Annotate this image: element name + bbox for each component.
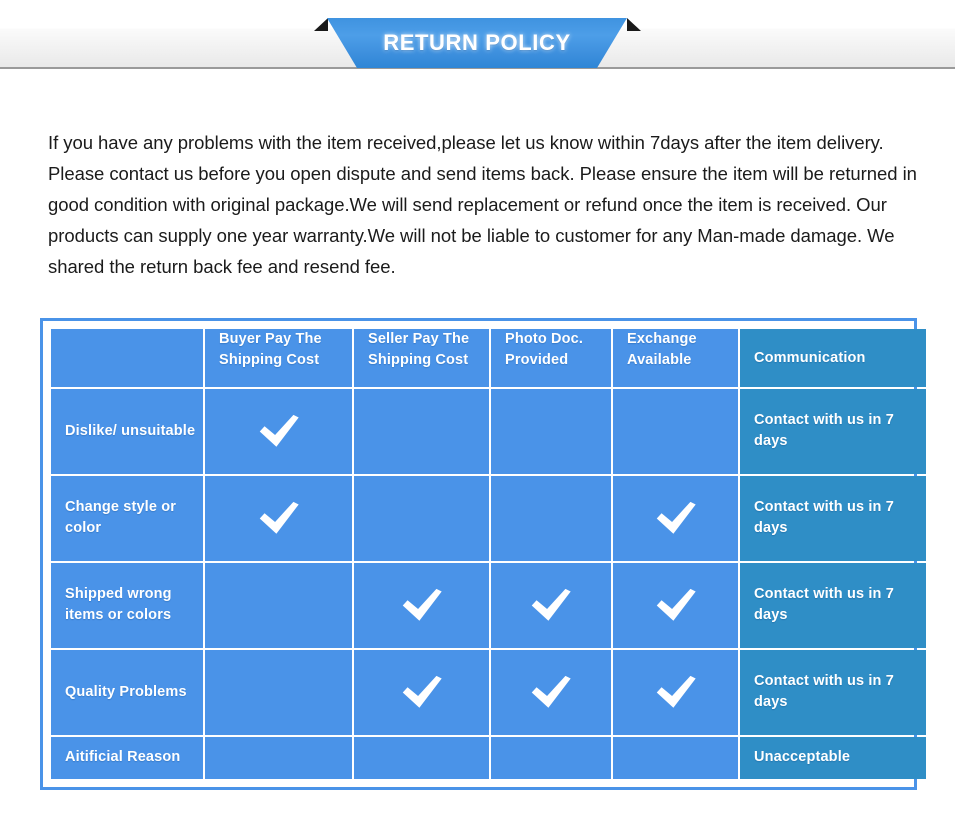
table-cell-buyer-pay bbox=[205, 736, 352, 779]
table-cell-buyer-pay bbox=[205, 475, 352, 561]
table-cell-seller-pay bbox=[354, 649, 489, 735]
table-cell-seller-pay bbox=[354, 389, 489, 474]
table-cell-communication: Contact with us in 7 days bbox=[740, 475, 926, 561]
table-cell-photo-doc bbox=[491, 562, 611, 648]
table-cell-seller-pay bbox=[354, 562, 489, 648]
table-cell-reason: Dislike/ unsuitable bbox=[51, 389, 203, 474]
page-banner: RETURN POLICY bbox=[0, 0, 955, 72]
check-icon bbox=[655, 675, 697, 708]
table-cell-communication: Contact with us in 7 days bbox=[740, 649, 926, 735]
table-cell-exchange bbox=[613, 736, 738, 779]
check-icon bbox=[655, 502, 697, 535]
table-cell-reason: Shipped wrong items or colors bbox=[51, 562, 203, 648]
table-cell-buyer-pay bbox=[205, 389, 352, 474]
table-cell-photo-doc bbox=[491, 475, 611, 561]
table-header-exchange: Exchange Available bbox=[613, 329, 738, 387]
table-cell-exchange bbox=[613, 389, 738, 474]
table-header-buyer-pay: Buyer Pay The Shipping Cost bbox=[205, 329, 352, 387]
page-title: RETURN POLICY bbox=[383, 30, 571, 55]
table-cell-seller-pay bbox=[354, 736, 489, 779]
table-cell-communication: Contact with us in 7 days bbox=[740, 562, 926, 648]
table-header-photo-doc: Photo Doc. Provided bbox=[491, 329, 611, 387]
table-header-corner bbox=[51, 329, 203, 387]
table-row: Quality Problems Contact with us in 7 day… bbox=[51, 649, 926, 735]
table-header-communication: Communication bbox=[740, 329, 926, 387]
table-cell-exchange bbox=[613, 475, 738, 561]
table-cell-communication: Contact with us in 7 days bbox=[740, 389, 926, 474]
policy-paragraph: If you have any problems with the item r… bbox=[48, 131, 917, 277]
check-icon bbox=[530, 589, 572, 621]
table-header: Buyer Pay The Shipping Cost Seller Pay T… bbox=[51, 329, 926, 387]
table-row: Change style or color Contact with us in … bbox=[51, 475, 926, 561]
table-cell-exchange bbox=[613, 649, 738, 735]
table-cell-photo-doc bbox=[491, 389, 611, 474]
table-header-row: Buyer Pay The Shipping Cost Seller Pay T… bbox=[51, 329, 926, 387]
table-cell-reason: Change style or color bbox=[51, 475, 203, 561]
table-cell-communication: Unacceptable bbox=[740, 736, 926, 779]
table-cell-photo-doc bbox=[491, 736, 611, 779]
table-header-seller-pay: Seller Pay The Shipping Cost bbox=[354, 329, 489, 387]
ribbon-fold-left-icon bbox=[314, 18, 328, 31]
table-cell-buyer-pay bbox=[205, 562, 352, 648]
table-cell-reason: Aitificial Reason bbox=[51, 736, 203, 779]
check-icon bbox=[401, 589, 443, 621]
table-cell-exchange bbox=[613, 562, 738, 648]
table-cell-seller-pay bbox=[354, 475, 489, 561]
check-icon bbox=[530, 675, 572, 708]
check-icon bbox=[401, 675, 443, 708]
table-body: Dislike/ unsuitable Contact with us in 7 … bbox=[51, 389, 926, 779]
table-cell-buyer-pay bbox=[205, 649, 352, 735]
table-row: Aitificial Reason Unacceptable bbox=[51, 736, 926, 779]
check-icon bbox=[655, 589, 697, 621]
table-cell-reason: Quality Problems bbox=[51, 649, 203, 735]
ribbon-fold-right-icon bbox=[627, 18, 641, 31]
table-cell-photo-doc bbox=[491, 649, 611, 735]
table-row: Shipped wrong items or colors Contact wit… bbox=[51, 562, 926, 648]
table-row: Dislike/ unsuitable Contact with us in 7 … bbox=[51, 389, 926, 474]
check-icon bbox=[258, 502, 300, 535]
check-icon bbox=[258, 415, 300, 448]
ribbon-shape: RETURN POLICY bbox=[327, 18, 627, 68]
policy-table-frame: Buyer Pay The Shipping Cost Seller Pay T… bbox=[40, 318, 926, 790]
policy-table: Buyer Pay The Shipping Cost Seller Pay T… bbox=[49, 327, 928, 781]
